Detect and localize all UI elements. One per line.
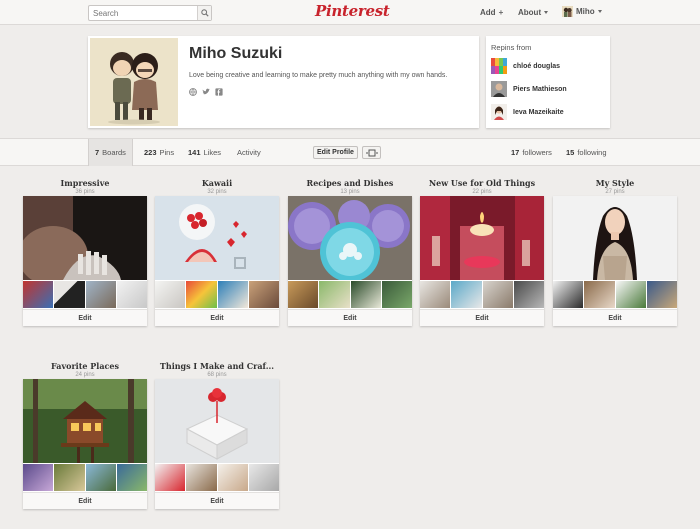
- board-title: New Use for Old Things: [428, 178, 536, 188]
- user-label: Miho: [576, 7, 595, 16]
- repins-from-panel: Repins from chloé douglas Piers Mathieso…: [486, 36, 610, 128]
- board-cover-image: [23, 196, 147, 280]
- board[interactable]: Kawaii 32 pins Edit: [155, 178, 279, 326]
- board-card[interactable]: Edit: [288, 196, 412, 326]
- search-button[interactable]: [197, 6, 211, 20]
- board-cover-image: [288, 196, 412, 280]
- tab-activity[interactable]: Activity: [235, 139, 263, 166]
- board-edit-button[interactable]: Edit: [553, 309, 677, 326]
- add-label: Add: [480, 8, 496, 17]
- board-thumbnails: [155, 281, 279, 308]
- plus-icon: +: [498, 8, 504, 17]
- board-cover-image: [420, 196, 544, 280]
- board-pin-count: 13 pins: [340, 189, 360, 195]
- avatar: [562, 6, 573, 17]
- website-icon[interactable]: [189, 88, 197, 96]
- pinterest-logo[interactable]: Pinterest: [315, 2, 390, 20]
- avatar: [491, 81, 507, 97]
- top-navbar: Pinterest Add + About Miho: [0, 0, 700, 25]
- tab-likes[interactable]: 141 Likes: [186, 139, 223, 166]
- board[interactable]: My Style 27 pins Edit: [553, 178, 677, 326]
- board-thumbnails: [155, 464, 279, 491]
- board-cover-image: [155, 379, 279, 463]
- edit-profile-button[interactable]: Edit Profile: [313, 146, 358, 159]
- repin-user-name: Ieva Mazeikaite: [513, 108, 564, 116]
- twitter-icon[interactable]: [202, 88, 210, 96]
- social-links: [189, 88, 223, 96]
- about-menu[interactable]: About: [518, 8, 549, 17]
- board-cover-image: [155, 196, 279, 280]
- board-thumbnails: [420, 281, 544, 308]
- layout-toggle-button[interactable]: [362, 146, 381, 159]
- board[interactable]: Recipes and Dishes 13 pins Edit: [288, 178, 412, 326]
- board-thumbnails: [288, 281, 412, 308]
- board-card[interactable]: Edit: [420, 196, 544, 326]
- board-cover-image: [553, 196, 677, 280]
- board-edit-button[interactable]: Edit: [23, 309, 147, 326]
- board-thumbnails: [553, 281, 677, 308]
- profile-tabs: 7 Boards 223 Pins 141 Likes Activity Edit P…: [0, 138, 700, 166]
- avatar: [491, 104, 507, 120]
- board-card[interactable]: Edit: [23, 196, 147, 326]
- board-card[interactable]: Edit: [155, 196, 279, 326]
- board-thumbnails: [23, 281, 147, 308]
- search-input[interactable]: [89, 6, 197, 20]
- board-edit-button[interactable]: Edit: [420, 309, 544, 326]
- board[interactable]: New Use for Old Things 22 pins Edit: [420, 178, 544, 326]
- board-edit-button[interactable]: Edit: [155, 309, 279, 326]
- board-title: Favorite Places: [51, 361, 119, 371]
- board-pin-count: 32 pins: [207, 189, 227, 195]
- repin-user[interactable]: Piers Mathieson: [491, 81, 567, 97]
- search-icon: [200, 9, 209, 17]
- repins-title: Repins from: [491, 43, 532, 52]
- board-thumbnails: [23, 464, 147, 491]
- board[interactable]: Impressive 36 pins Edit: [23, 178, 147, 326]
- search-box[interactable]: [88, 5, 212, 21]
- board-edit-button[interactable]: Edit: [288, 309, 412, 326]
- chevron-down-icon: [597, 10, 602, 13]
- board-pin-count: 22 pins: [472, 189, 492, 195]
- tab-followers[interactable]: 17 followers: [509, 139, 554, 166]
- tab-boards[interactable]: 7 Boards: [88, 139, 133, 166]
- facebook-icon[interactable]: [215, 88, 223, 96]
- board[interactable]: Things I Make and Craf... 68 pins Edit: [155, 361, 279, 509]
- add-menu[interactable]: Add +: [480, 8, 503, 17]
- board-card[interactable]: Edit: [155, 379, 279, 509]
- profile-name: Miho Suzuki: [189, 45, 283, 62]
- board-title: Things I Make and Craf...: [159, 361, 275, 371]
- board-title: My Style: [595, 178, 635, 188]
- repin-user[interactable]: Ieva Mazeikaite: [491, 104, 564, 120]
- board[interactable]: Favorite Places 24 pins Edit: [23, 361, 147, 509]
- repin-user[interactable]: chloé douglas: [491, 58, 560, 74]
- layout-grid-icon: [365, 149, 378, 156]
- tab-pins[interactable]: 223 Pins: [142, 139, 176, 166]
- profile-bio: Love being creative and learning to make…: [189, 72, 448, 79]
- profile-photo: [90, 38, 178, 126]
- board-card[interactable]: Edit: [23, 379, 147, 509]
- board-cover-image: [23, 379, 147, 463]
- repin-user-name: Piers Mathieson: [513, 85, 567, 93]
- board-pin-count: 36 pins: [75, 189, 95, 195]
- board-pin-count: 24 pins: [75, 372, 95, 378]
- tab-following[interactable]: 15 following: [564, 139, 609, 166]
- board-pin-count: 68 pins: [207, 372, 227, 378]
- about-label: About: [518, 8, 542, 17]
- board-title: Kawaii: [201, 178, 233, 188]
- repin-user-name: chloé douglas: [513, 62, 561, 70]
- user-menu[interactable]: Miho: [562, 6, 602, 17]
- profile-card: Miho Suzuki Love being creative and lear…: [88, 36, 479, 128]
- board-card[interactable]: Edit: [553, 196, 677, 326]
- board-edit-button[interactable]: Edit: [155, 492, 279, 509]
- board-edit-button[interactable]: Edit: [23, 492, 147, 509]
- avatar: [491, 58, 507, 74]
- board-title: Impressive: [60, 178, 110, 188]
- chevron-down-icon: [544, 11, 549, 14]
- board-title: Recipes and Dishes: [306, 178, 394, 188]
- board-pin-count: 27 pins: [605, 189, 625, 195]
